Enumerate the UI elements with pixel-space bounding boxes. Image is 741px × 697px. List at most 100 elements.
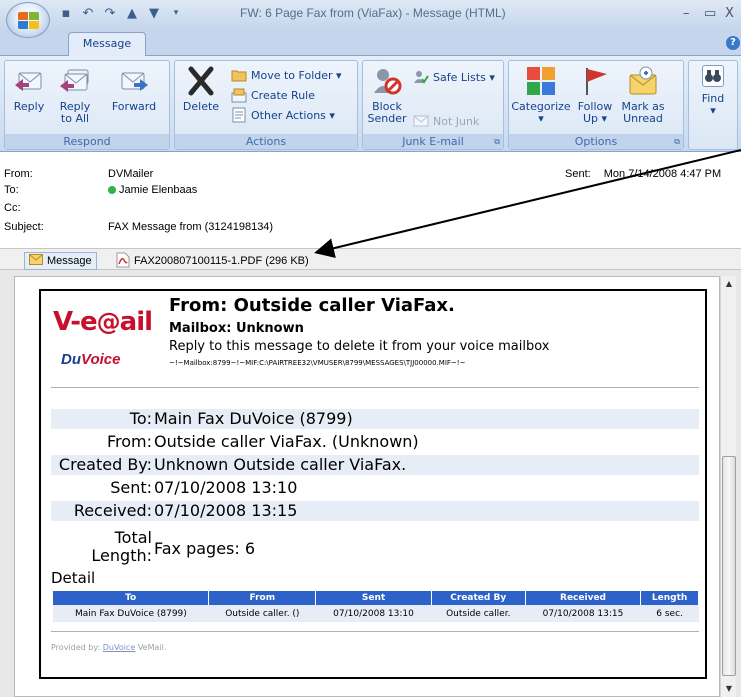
help-icon[interactable]: ? <box>726 36 740 50</box>
fax-notification: V-e@ail DuVoice From: Outside caller Via… <box>39 289 707 679</box>
sent-field: Sent: Mon 7/14/2008 4:47 PM <box>565 168 721 180</box>
table-cell: 07/10/2008 13:10 <box>315 605 432 622</box>
provided-by: Provided by: DuVoice VeMail. <box>51 643 167 652</box>
subject-value: FAX Message from (3124198134) <box>108 221 274 233</box>
fax-field-sent: Sent: 07/10/2008 13:10 <box>110 478 298 497</box>
table-cell: 6 sec. <box>640 605 699 622</box>
mark-unread-icon <box>627 65 659 97</box>
scroll-down-icon[interactable]: ▼ <box>721 681 737 697</box>
window-title: FW: 6 Page Fax from (ViaFax) - Message (… <box>240 6 506 20</box>
next-item-icon[interactable]: ▼ <box>146 5 162 21</box>
respond-group: Reply Reply to All Forward Respond <box>4 60 170 150</box>
footer-divider <box>51 631 699 632</box>
pdf-attachment[interactable]: FAX200807100115-1.PDF (296 KB) <box>112 252 313 270</box>
message-tab-attachment[interactable]: Message <box>24 252 97 270</box>
fax-field-created-by: Created By: Unknown Outside caller ViaFax… <box>51 455 699 475</box>
table-header-to: To <box>53 591 210 605</box>
tab-message[interactable]: Message <box>68 32 146 56</box>
options-dialog-launcher-icon[interactable]: ⧉ <box>674 137 680 147</box>
duvoice-link[interactable]: DuVoice <box>103 643 136 652</box>
close-button[interactable]: X <box>725 6 734 21</box>
find-group: Find ▾ <box>688 60 738 150</box>
respond-group-label: Respond <box>5 134 169 149</box>
divider <box>51 387 699 388</box>
to-label: To: <box>4 184 19 196</box>
fax-mailbox: Mailbox: Unknown <box>169 321 304 336</box>
move-to-folder-button[interactable]: Move to Folder ▾ <box>231 67 342 83</box>
table-cell: Outside caller. () <box>208 605 316 622</box>
options-group-label: Options <box>509 134 683 149</box>
forward-icon <box>118 65 150 97</box>
to-value[interactable]: Jamie Elenbaas <box>108 184 197 196</box>
scrollbar-thumb[interactable] <box>722 456 736 676</box>
cc-label: Cc: <box>4 202 21 214</box>
pdf-icon <box>116 252 130 271</box>
detail-table: To From Sent Created By Received Length Main … <box>53 591 699 622</box>
minimize-button[interactable]: – <box>683 6 690 21</box>
delete-button[interactable]: Delete <box>179 65 223 113</box>
vemail-logo: V-e@ail <box>53 307 153 337</box>
junk-dialog-launcher-icon[interactable]: ⧉ <box>494 137 500 147</box>
safe-lists-button[interactable]: Safe Lists ▾ <box>413 69 495 85</box>
reply-button[interactable]: Reply <box>9 65 49 113</box>
create-rule-button[interactable]: Create Rule <box>231 87 315 103</box>
junk-email-group: Block Sender Safe Lists ▾ Not Junk Junk … <box>362 60 504 150</box>
forward-button[interactable]: Forward <box>101 65 167 113</box>
block-sender-icon <box>371 65 403 97</box>
table-header-received: Received <box>525 591 642 605</box>
table-header-created-by: Created By <box>431 591 526 605</box>
fax-field-total-length: Total Length: Fax pages: 6 <box>91 528 256 565</box>
reply-all-button[interactable]: Reply to All <box>53 65 97 125</box>
not-junk-icon <box>413 113 429 129</box>
table-cell: Outside caller. <box>431 605 526 622</box>
find-button[interactable]: Find ▾ <box>691 65 735 117</box>
envelope-icon <box>29 254 43 268</box>
options-group: Categorize ▾ Follow Up ▾ Mark as Unread … <box>508 60 684 150</box>
message-body: V-e@ail DuVoice From: Outside caller Via… <box>14 276 720 697</box>
attachment-bar: Message FAX200807100115-1.PDF (296 KB) <box>0 248 741 270</box>
sent-value: Mon 7/14/2008 4:47 PM <box>603 168 722 180</box>
actions-group-label: Actions <box>175 134 357 149</box>
previous-item-icon[interactable]: ▲ <box>124 5 140 21</box>
table-header-length: Length <box>640 591 699 605</box>
undo-icon[interactable]: ↶ <box>80 5 96 21</box>
delete-icon <box>185 65 217 97</box>
fax-field-from: From: Outside caller ViaFax. (Unknown) <box>106 432 419 451</box>
fax-field-to: To: Main Fax DuVoice (8799) <box>51 409 699 429</box>
maximize-button[interactable]: ▭ <box>704 6 716 21</box>
mark-as-unread-button[interactable]: Mark as Unread <box>619 65 667 125</box>
other-actions-icon <box>231 107 247 123</box>
junk-email-group-label: Junk E-mail <box>363 134 503 149</box>
duvoice-logo: DuVoice <box>61 351 121 368</box>
reply-all-icon <box>59 65 91 97</box>
from-label: From: <box>4 168 33 180</box>
reading-pane: V-e@ail DuVoice From: Outside caller Via… <box>0 270 741 697</box>
quick-access-toolbar: ▪ ↶ ↷ ▲ ▼ ▾ <box>58 5 184 21</box>
other-actions-button[interactable]: Other Actions ▾ <box>231 107 335 123</box>
create-rule-icon <box>231 87 247 103</box>
block-sender-button[interactable]: Block Sender <box>367 65 407 125</box>
customize-qat-icon[interactable]: ▾ <box>168 5 184 21</box>
save-icon[interactable]: ▪ <box>58 5 74 21</box>
sent-label: Sent: <box>565 168 591 180</box>
table-cell: Main Fax DuVoice (8799) <box>53 605 209 622</box>
follow-up-button[interactable]: Follow Up ▾ <box>573 65 617 125</box>
table-header-from: From <box>208 591 317 605</box>
categorize-button[interactable]: Categorize ▾ <box>511 65 571 125</box>
subject-label: Subject: <box>4 221 44 233</box>
vertical-scrollbar[interactable]: ▲ ▼ <box>720 276 736 697</box>
categorize-icon <box>525 65 557 97</box>
redo-icon[interactable]: ↷ <box>102 5 118 21</box>
table-header-sent: Sent <box>315 591 432 605</box>
scroll-up-icon[interactable]: ▲ <box>721 276 737 292</box>
folder-move-icon <box>231 67 247 83</box>
fax-field-received: Received: 07/10/2008 13:15 <box>51 501 699 521</box>
detail-heading: Detail <box>51 569 96 587</box>
from-value[interactable]: DVMailer <box>108 168 153 180</box>
presence-online-icon <box>108 186 116 195</box>
reply-icon <box>13 65 45 97</box>
office-button[interactable] <box>6 2 50 38</box>
message-header: From: DVMailer To: Jamie Elenbaas Cc: Su… <box>0 160 741 250</box>
fax-mif-path: ~!~Mailbox:8799~!~MIF:C:\PAIRTREE32\VMUS… <box>169 359 466 367</box>
not-junk-button[interactable]: Not Junk <box>413 113 479 129</box>
